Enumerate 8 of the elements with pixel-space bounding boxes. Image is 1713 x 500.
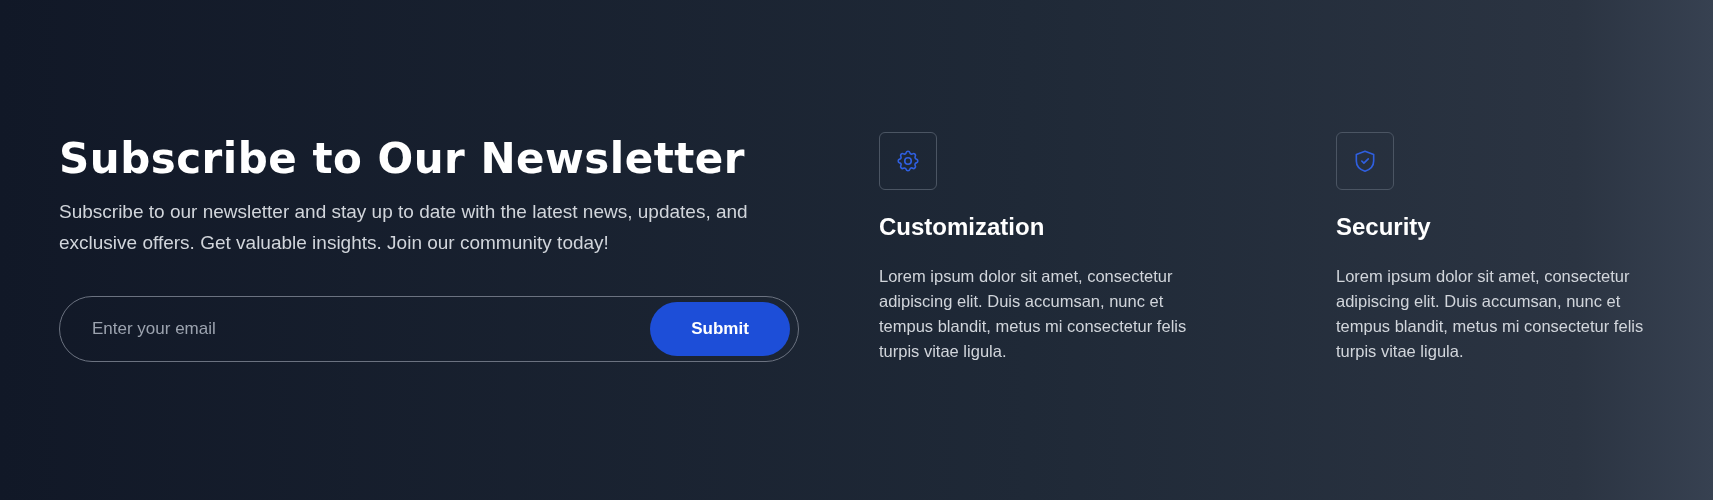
submit-button[interactable]: Submit — [650, 302, 790, 356]
newsletter-title: Subscribe to Our Newsletter — [59, 133, 747, 185]
feature-description: Lorem ipsum dolor sit amet, consectetur adipiscing elit. Duis accumsan, nunc et tempus blandit, metus mi consectetur felis turpis vitae ligula. — [879, 266, 1188, 362]
gear-icon — [895, 148, 921, 174]
feature-title: Customization — [879, 212, 1046, 242]
newsletter-description: Subscribe to our newsletter and stay up to date with the latest news, updates, and exclusive offers. Get valuable insights. Join our community today! — [59, 200, 749, 255]
feature-title: Security — [1336, 212, 1432, 242]
feature-description: Lorem ipsum dolor sit amet, consectetur adipiscing elit. Duis accumsan, nunc et tempus blandit, metus mi consectetur felis turpis vitae ligula. — [1336, 266, 1645, 362]
